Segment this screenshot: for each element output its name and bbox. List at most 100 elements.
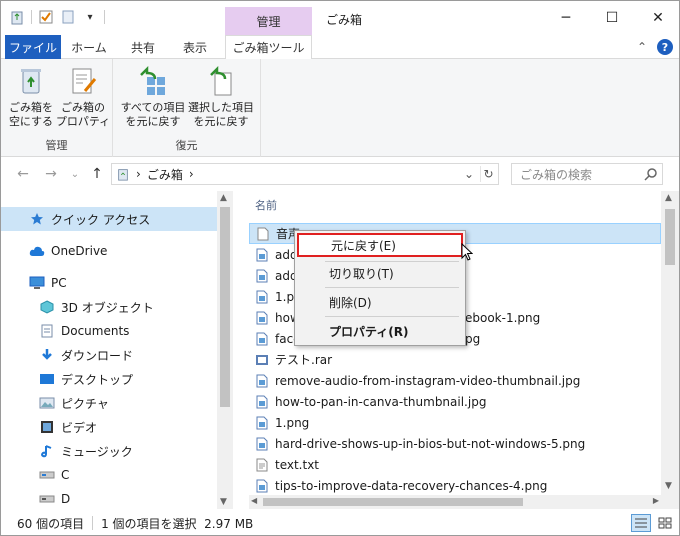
- scroll-left-icon[interactable]: ◀: [251, 496, 257, 505]
- blank-file-icon: [256, 226, 270, 242]
- minimize-button[interactable]: ─: [543, 1, 589, 35]
- search-input[interactable]: ごみ箱の検索: [511, 163, 663, 185]
- customize-qat-icon[interactable]: ▾: [82, 9, 98, 25]
- file-name: remove-audio-from-instagram-video-thumbn…: [275, 373, 581, 388]
- restore-selected-button[interactable]: 選択した項目 を元に戻す: [187, 65, 255, 129]
- breadcrumb-separator[interactable]: ›: [189, 167, 194, 181]
- nav-item-pictures[interactable]: ピクチャ: [1, 391, 217, 415]
- nav-item-documents[interactable]: Documents: [1, 319, 217, 343]
- restore-all-button[interactable]: すべての項目 を元に戻す: [119, 65, 187, 129]
- context-menu: 元に戻す(E) 切り取り(T) 削除(D) プロパティ(R): [294, 230, 466, 346]
- text-file-icon: [255, 457, 269, 473]
- qat-divider: [104, 10, 105, 24]
- collapse-ribbon-icon[interactable]: ⌃: [637, 40, 647, 54]
- menu-separator: [325, 287, 459, 288]
- search-placeholder: ごみ箱の検索: [520, 167, 593, 182]
- properties-check-icon[interactable]: [38, 9, 54, 25]
- nav-item-downloads[interactable]: ダウンロード: [1, 343, 217, 367]
- scroll-down-icon[interactable]: ▼: [665, 481, 672, 491]
- image-file-icon: [255, 268, 269, 284]
- breadcrumb[interactable]: ごみ箱: [147, 166, 183, 183]
- maximize-button[interactable]: ☐: [589, 1, 635, 35]
- empty-label-line2: 空にする: [8, 115, 54, 128]
- help-icon[interactable]: ?: [657, 39, 673, 55]
- nav-item-drive-c[interactable]: C: [1, 463, 217, 487]
- column-header-name[interactable]: 名前: [255, 197, 277, 213]
- menu-item-restore[interactable]: 元に戻す(E): [297, 233, 463, 257]
- nav-label: デスクトップ: [61, 372, 134, 387]
- item-count: 60 個の項目: [17, 516, 85, 531]
- nav-label: 3D オブジェクト: [61, 300, 154, 315]
- file-scroll-thumb[interactable]: [665, 209, 675, 265]
- navigation-pane: クイック アクセス OneDrive PC 3D オブジェクト Document…: [1, 191, 233, 509]
- download-icon: [39, 347, 55, 363]
- empty-recycle-bin-button[interactable]: ごみ箱を 空にする: [5, 65, 57, 129]
- file-name: how-to-pan-in-canva-thumbnail.jpg: [275, 394, 487, 409]
- file-name-tail: ebook-1.png: [465, 310, 541, 325]
- explorer-window: ▾ 管理 ごみ箱 ─ ☐ ✕ ファイル ホーム 共有 表示 ごみ箱ツール ⌃ ?…: [0, 0, 680, 536]
- recycle-bin-properties-button[interactable]: ごみ箱の プロパティ: [56, 65, 110, 129]
- restore-all-icon: [140, 65, 165, 95]
- nav-item-drive-d[interactable]: D: [1, 487, 217, 511]
- nav-item-music[interactable]: ミュージック: [1, 439, 217, 463]
- nav-item-quick-access[interactable]: クイック アクセス: [1, 207, 217, 231]
- empty-label-line1: ごみ箱を: [9, 101, 53, 114]
- table-row[interactable]: 1.png: [249, 412, 661, 433]
- file-hscroll-thumb[interactable]: [263, 498, 523, 506]
- refresh-icon[interactable]: ↻: [480, 166, 496, 182]
- document-icon: [39, 323, 55, 339]
- image-file-icon: [255, 394, 269, 410]
- address-dropdown-icon[interactable]: ⌄: [464, 167, 474, 181]
- menu-item-delete[interactable]: 削除(D): [297, 290, 463, 314]
- table-row[interactable]: text.txt: [249, 454, 661, 475]
- up-arrow-icon[interactable]: ↑: [89, 166, 105, 182]
- pictures-icon: [39, 395, 55, 411]
- scroll-down-icon[interactable]: ▼: [220, 497, 227, 507]
- search-icon: [644, 167, 658, 184]
- table-row[interactable]: hard-drive-shows-up-in-bios-but-not-wind…: [249, 433, 661, 454]
- nav-label: ミュージック: [61, 444, 133, 459]
- back-arrow-icon[interactable]: ←: [15, 166, 31, 182]
- tab-share[interactable]: 共有: [121, 35, 165, 59]
- details-view-icon[interactable]: [631, 514, 651, 532]
- table-row[interactable]: how-to-pan-in-canva-thumbnail.jpg: [249, 391, 661, 412]
- close-button[interactable]: ✕: [635, 1, 679, 35]
- drive-icon: [39, 467, 55, 483]
- image-file-icon: [255, 247, 269, 263]
- nav-item-desktop[interactable]: デスクトップ: [1, 367, 217, 391]
- nav-item-3d-objects[interactable]: 3D オブジェクト: [1, 295, 217, 319]
- cube-icon: [39, 299, 55, 315]
- recent-locations-icon[interactable]: ⌄: [67, 166, 83, 182]
- breadcrumb-separator[interactable]: ›: [136, 167, 141, 181]
- tab-recycle-bin-tools[interactable]: ごみ箱ツール: [225, 35, 312, 60]
- large-icons-view-icon[interactable]: [655, 514, 675, 532]
- drive-icon: [39, 491, 55, 507]
- nav-scroll-thumb[interactable]: [220, 207, 230, 407]
- scroll-up-icon[interactable]: ▲: [665, 193, 672, 203]
- file-name: text.txt: [275, 457, 320, 472]
- tab-file[interactable]: ファイル: [5, 35, 61, 59]
- table-row[interactable]: remove-audio-from-instagram-video-thumbn…: [249, 370, 661, 391]
- nav-label: C: [61, 468, 70, 482]
- window-title: ごみ箱: [326, 13, 363, 27]
- nav-item-onedrive[interactable]: OneDrive: [1, 239, 217, 263]
- tab-view[interactable]: 表示: [173, 35, 217, 59]
- restore-group-label: 復元: [175, 139, 198, 152]
- nav-item-videos[interactable]: ビデオ: [1, 415, 217, 439]
- file-list-scrollbar[interactable]: ▲ ▼: [661, 191, 679, 509]
- nav-scrollbar[interactable]: ▲ ▼: [217, 191, 233, 509]
- new-folder-icon[interactable]: [60, 9, 76, 25]
- nav-label: D: [61, 492, 71, 506]
- file-list-hscrollbar[interactable]: ◀ ▶: [249, 495, 661, 509]
- forward-arrow-icon[interactable]: →: [43, 166, 59, 182]
- scroll-up-icon[interactable]: ▲: [220, 193, 227, 203]
- nav-item-pc[interactable]: PC: [1, 271, 217, 295]
- scroll-right-icon[interactable]: ▶: [653, 496, 659, 505]
- table-row[interactable]: tips-to-improve-data-recovery-chances-4.…: [249, 475, 661, 496]
- status-divider: [92, 516, 94, 530]
- tab-home[interactable]: ホーム: [67, 35, 111, 59]
- menu-item-properties[interactable]: プロパティ(R): [297, 319, 463, 343]
- table-row[interactable]: テスト.rar: [249, 349, 661, 370]
- menu-item-cut[interactable]: 切り取り(T): [297, 261, 463, 285]
- address-bar[interactable]: › ごみ箱 › ⌄ ↻: [111, 163, 499, 185]
